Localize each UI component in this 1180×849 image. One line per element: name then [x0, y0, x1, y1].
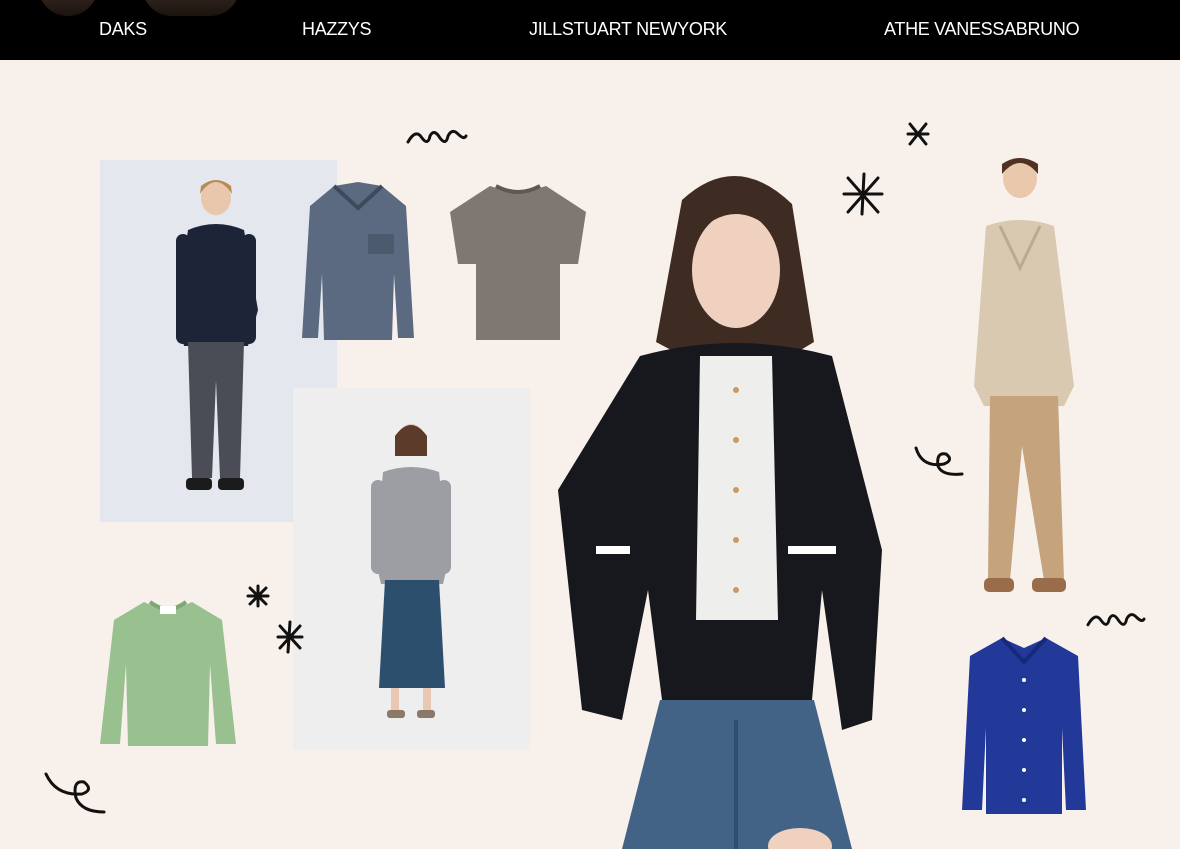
brand-link-jillstuart[interactable]: JILLSTUART NEWYORK [529, 19, 727, 40]
product-photo-mint-sweater[interactable] [98, 594, 238, 750]
star-icon [906, 122, 930, 146]
brand-link-hazzys[interactable]: HAZZYS [302, 19, 372, 40]
star-icon [842, 172, 884, 216]
shoe-image-fragment [38, 0, 98, 16]
product-photo-denim-jacket[interactable] [298, 178, 418, 344]
loop-icon [44, 772, 106, 814]
star-icon [276, 620, 304, 654]
squiggle-icon [406, 129, 468, 144]
shoe-image-fragment [142, 0, 240, 16]
brand-link-vanessabruno[interactable]: ATHE VANESSABRUNO [884, 19, 1080, 40]
product-photo-woman-sweatshirt[interactable] [293, 388, 530, 750]
product-photo-woman-tweed-jacket[interactable] [552, 160, 888, 849]
product-photo-man-cardigan[interactable] [962, 156, 1086, 604]
product-photo-navy-shirt[interactable] [962, 632, 1086, 818]
star-icon [246, 584, 270, 608]
brand-link-daks[interactable]: DAKS [99, 19, 147, 40]
loop-icon [914, 446, 964, 476]
squiggle-icon [1086, 613, 1146, 627]
fashion-collage [0, 60, 1180, 849]
brand-nav-bar: DAKS HAZZYS JILLSTUART NEWYORK ATHE VANE… [0, 0, 1180, 60]
